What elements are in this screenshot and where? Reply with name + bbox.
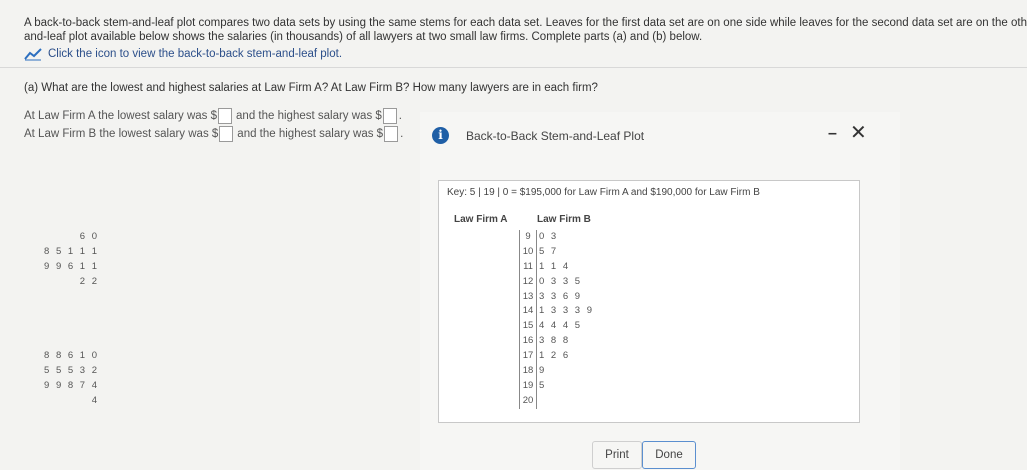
firm-a-suffix: . [398, 110, 402, 122]
view-plot-link-label[interactable]: Click the icon to view the back-to-back … [48, 48, 342, 60]
intro-line-2: and-leaf plot available below shows the … [24, 31, 703, 43]
stem: 10 [519, 244, 537, 260]
firm-b-leaves: 5 [539, 379, 547, 391]
firm-b-leaves: 9 [539, 365, 547, 377]
firm-a-leaves: 9 9 6 1 1 [44, 260, 99, 272]
stem: 20 [519, 393, 537, 409]
firm-a-middle: and the highest salary was $ [236, 110, 382, 122]
intro-line-1: A back-to-back stem-and-leaf plot compar… [24, 17, 1027, 29]
firm-a-prefix: At Law Firm A the lowest salary was $ [24, 110, 218, 122]
firm-a-answer-row: At Law Firm A the lowest salary was $ an… [24, 108, 402, 124]
view-plot-link[interactable]: Click the icon to view the back-to-back … [24, 47, 342, 61]
firm-b-highest-input[interactable] [384, 126, 399, 142]
stem: 11 [519, 259, 537, 275]
stem: 12 [519, 274, 537, 290]
part-a-question: (a) What are the lowest and highest sala… [24, 82, 598, 94]
stem: 18 [519, 364, 537, 379]
firm-a-leaves: 9 9 8 7 4 [44, 379, 99, 391]
stem: 9 [519, 230, 537, 245]
firm-a-leaves: 8 8 6 1 0 [44, 350, 99, 362]
firm-a-leaves: 6 0 [79, 231, 99, 242]
minimize-button[interactable]: – [828, 125, 837, 143]
firm-b-leaves: 1 1 4 [539, 260, 571, 272]
firm-b-suffix: . [400, 128, 404, 140]
firm-b-leaves: 0 3 [539, 231, 559, 242]
firm-b-lowest-input[interactable] [219, 126, 234, 142]
firm-b-answer-row: At Law Firm B the lowest salary was $ an… [24, 126, 403, 142]
firm-a-leaves: 2 2 [79, 275, 99, 287]
firm-b-leaves: 3 3 6 9 [539, 290, 583, 302]
firm-a-header: Law Firm A [454, 214, 508, 225]
firm-a-leaves: 8 5 1 1 1 [44, 245, 99, 257]
firm-b-prefix: At Law Firm B the lowest salary was $ [24, 128, 219, 140]
line-chart-icon[interactable] [24, 47, 42, 61]
print-button[interactable]: Print [592, 441, 642, 469]
firm-b-middle: and the highest salary was $ [237, 128, 384, 140]
firm-b-leaves: 4 4 4 5 [539, 320, 583, 332]
firm-b-leaves: 3 8 8 [539, 335, 571, 347]
divider [0, 67, 1027, 68]
stem-leaf-plot: Key: 5 | 19 | 0 = $195,000 for Law Firm … [44, 180, 860, 423]
stem: 13 [519, 289, 537, 305]
firm-a-leaves: 4 [91, 394, 99, 406]
stem: 14 [519, 304, 537, 320]
plot-key: Key: 5 | 19 | 0 = $195,000 for Law Firm … [447, 187, 760, 198]
info-icon: i [432, 127, 449, 144]
stem-leaf-dialog: i Back-to-Back Stem-and-Leaf Plot – ✕ Ke… [44, 112, 900, 470]
firm-b-leaves: 1 2 6 [539, 350, 571, 362]
stem: 17 [519, 349, 537, 365]
problem-intro: A back-to-back stem-and-leaf plot compar… [24, 16, 1027, 44]
done-button[interactable]: Done [642, 441, 696, 469]
stem: 16 [519, 334, 537, 350]
dialog-title: Back-to-Back Stem-and-Leaf Plot [466, 129, 645, 143]
firm-b-leaves: 1 3 3 3 9 [539, 305, 594, 317]
stem: 19 [519, 378, 537, 394]
firm-a-lowest-input[interactable] [218, 108, 233, 124]
firm-a-leaves: 5 5 5 3 2 [44, 365, 99, 377]
stem: 15 [519, 319, 537, 335]
close-button[interactable]: ✕ [850, 120, 867, 145]
firm-b-leaves: 0 3 3 5 [539, 275, 583, 287]
firm-b-header: Law Firm B [537, 214, 591, 225]
dialog-header: i Back-to-Back Stem-and-Leaf Plot – ✕ [420, 112, 900, 157]
firm-a-highest-input[interactable] [382, 108, 397, 124]
firm-b-leaves: 5 7 [539, 245, 559, 257]
